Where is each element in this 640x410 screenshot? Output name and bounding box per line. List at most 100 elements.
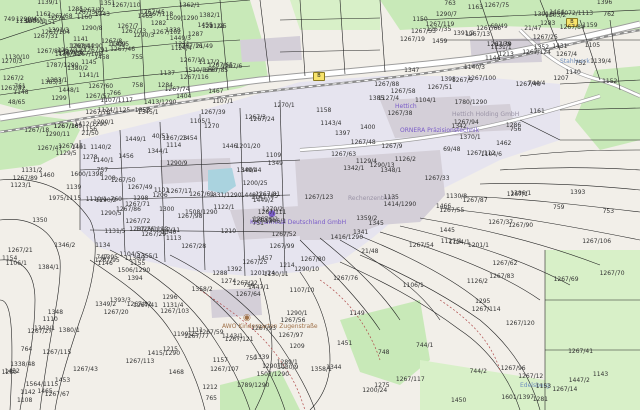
parcel-label: 1124/1 — [448, 239, 470, 246]
parcel-label: 1200/24 — [362, 387, 388, 394]
parcel-label: 1393/3 — [109, 297, 131, 305]
parcel-label: 1129/4 — [355, 157, 377, 165]
poi-ornera-label[interactable]: ORNERA Präzisionstechnik — [400, 127, 479, 134]
parcel-label: 1267/79 — [486, 40, 512, 48]
parcel-label: 1401 — [241, 167, 257, 175]
parcel-label: 1394 — [127, 274, 143, 282]
parcel-label: 1160 — [76, 13, 93, 21]
parcel-label: 1343 — [94, 10, 110, 18]
parcel-label: 1416/1290 — [330, 234, 364, 241]
parcel-label: 1267/76 — [333, 274, 359, 282]
parcel-label: 1393 — [570, 189, 586, 197]
parcel-label: 1468 — [168, 368, 184, 376]
parcel-label: 1158 — [316, 106, 332, 114]
parcel-label: 1400 — [360, 124, 376, 132]
parcel-label: 1267/14 — [552, 386, 578, 394]
parcel-label: 744/4 — [528, 80, 546, 88]
parcel-label: 1462 — [496, 140, 512, 148]
parcel-label: 1139/4 — [590, 57, 612, 65]
parcel-label: 1267/113 — [125, 357, 155, 365]
parcel-label: 1141/1 — [78, 72, 100, 79]
parcel-label: 1290/7 — [435, 11, 457, 19]
parcel-label: 1209 — [289, 342, 305, 350]
parcel-label: 1780/1290 — [454, 98, 488, 106]
parcel-label: 1449/1 — [125, 135, 147, 143]
parcel-label: 1451 — [337, 339, 353, 347]
parcel-label: 762 — [603, 11, 615, 19]
parcel-label: 1298 — [133, 194, 149, 202]
parcel-label: 1284 — [157, 82, 173, 90]
parcel-label: 755 — [131, 53, 143, 61]
parcel-label: 1110 — [42, 316, 58, 324]
parcel-label: 1404 — [176, 93, 192, 101]
parcel-label: 1270/3 — [1, 57, 23, 65]
parcel-label: 1104/1 — [415, 97, 437, 104]
map-canvas[interactable]: B B ● Kennametal Deutschland GmbH Hettic… — [0, 0, 640, 410]
parcel-label: 1431 — [552, 43, 568, 50]
parcel-label: 1352 — [533, 43, 550, 51]
parcel-label: 1267/96 — [500, 364, 526, 372]
parcel-label: 1349 — [267, 159, 283, 167]
parcel-label: 1788/1290 — [70, 42, 103, 50]
parcel-label: 1267/26 — [129, 225, 155, 233]
parcel-label: 1129/5 — [55, 149, 77, 157]
parcel-label: 1155 — [130, 260, 146, 268]
parcel-label: 1350 — [32, 217, 48, 224]
parcel-label: 1344/1 — [147, 147, 169, 155]
parcel-label: 1270/1 — [273, 101, 295, 109]
parcel-label: 745 — [266, 193, 279, 201]
parcel-label: 1343/1 — [34, 324, 56, 332]
parcel-label: 1341 — [353, 228, 369, 236]
parcel-label: 1450 — [451, 396, 467, 404]
parcel-label: 1148 — [13, 88, 29, 96]
parcel-label: 1601/1397 — [501, 394, 534, 402]
parcel-label: 1154 — [2, 254, 18, 262]
parcel-label: 1142 — [20, 388, 36, 396]
parcel-label: 1072/1113 — [560, 9, 594, 17]
parcel-label: 1267/10 — [179, 57, 205, 65]
parcel-label: 1137 — [159, 70, 176, 78]
parcel-label: 1267/17 — [166, 188, 192, 195]
parcel-label: 1267/25 — [532, 34, 558, 42]
parcel-label: 1399 — [110, 40, 126, 48]
parcel-label: 1382/1 — [199, 12, 221, 20]
parcel-label: 1107/1 — [212, 97, 234, 105]
parcel-label: 1290/10 — [294, 266, 320, 274]
poi-holding-label[interactable]: Hettich Holding GmbH — [452, 111, 519, 118]
parcel-label: 1267/119 — [425, 21, 455, 29]
parcel-label: 1274 — [220, 277, 237, 285]
parcel-label: 1267/114 — [471, 306, 501, 314]
parcel-label: 1267/118 — [144, 10, 174, 18]
parcel-label: 1342 — [451, 122, 467, 130]
parcel-label: 1267/121 — [224, 336, 254, 343]
parcel-label: 21/50 — [81, 130, 99, 138]
parcel-label: 1267/123 — [304, 193, 334, 201]
parcel-label: 1267/20 — [103, 309, 129, 317]
parcel-label: 1267/72 — [125, 217, 151, 225]
parcel-label: 1153 — [535, 383, 552, 390]
parcel-label: 1140/3 — [463, 63, 485, 71]
parcel-label: 1267/62 — [492, 259, 518, 267]
parcel-label: 1454 — [182, 135, 198, 143]
parcel-label: 1448/1 — [58, 87, 80, 95]
parcel-label: 1131/5 — [104, 227, 126, 235]
parcel-label: 1267/57 — [85, 93, 111, 101]
parcel-label: 1789/1290 — [236, 381, 270, 389]
parcel-label: 1267/12 — [518, 372, 544, 380]
parcel-label: 1163 — [467, 4, 483, 11]
parcel-label: 1267/28 — [181, 243, 207, 251]
parcel-label: 1270/2 — [261, 205, 283, 213]
parcel-label: 1215 — [162, 345, 178, 353]
parcel-label: 1283 — [540, 20, 556, 28]
parcel-label: 1459 — [432, 38, 448, 46]
parcel-label: 1143 — [592, 371, 609, 379]
parcel-label: 1398 — [440, 75, 456, 83]
parcel-label: 69/49 — [490, 23, 508, 31]
parcel-label: 1267/80 — [300, 255, 326, 263]
parcel-label: 1113 — [166, 234, 182, 242]
parcel-label: 1280 — [1, 368, 17, 376]
parcel-label: 1134 — [95, 241, 111, 249]
parcel-label: 1267/64 — [235, 291, 261, 298]
parcel-label: 744/1 — [416, 341, 434, 349]
parcel-label: 749 — [3, 16, 16, 24]
